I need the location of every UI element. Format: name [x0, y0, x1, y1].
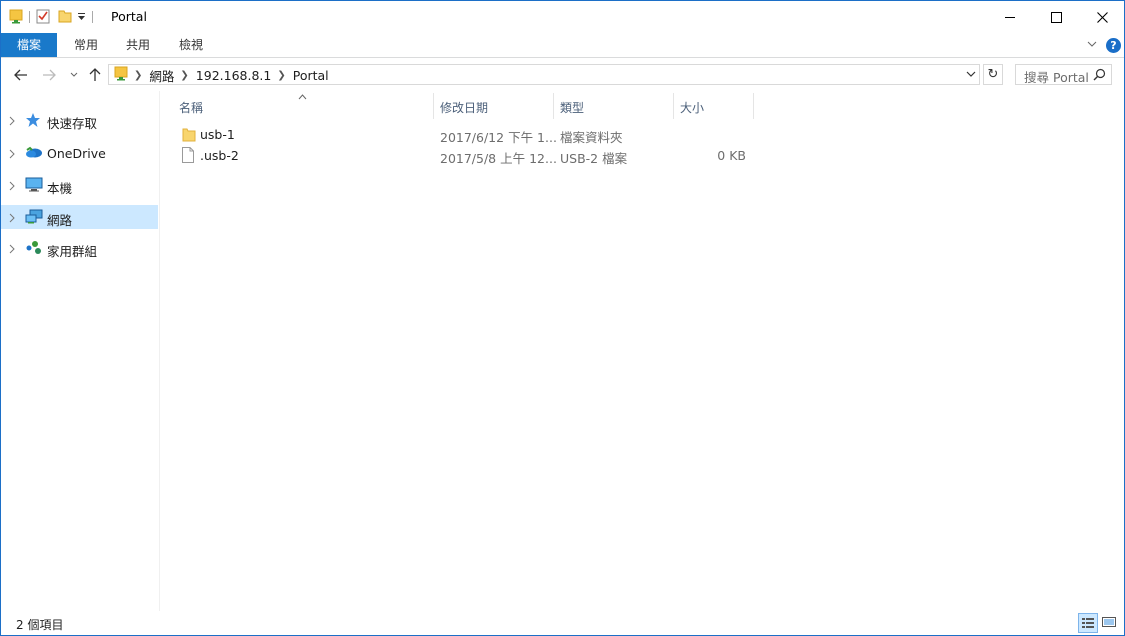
chevron-right-icon[interactable] [9, 243, 15, 257]
column-header-label: 名稱 [179, 101, 204, 115]
new-folder-icon[interactable] [58, 8, 72, 27]
table-row[interactable]: usb-1 2017/6/12 下午 1... 檔案資料夾 [175, 124, 755, 145]
file-name: usb-1 [200, 127, 235, 142]
item-count: 2 個項目 [16, 618, 64, 632]
network-folder-icon[interactable] [9, 8, 23, 27]
column-header-date[interactable]: 修改日期 [434, 93, 552, 119]
large-icons-view-button[interactable] [1100, 613, 1120, 633]
tab-file[interactable]: 檔案 [1, 33, 57, 57]
column-header-label: 類型 [560, 101, 585, 115]
chevron-right-icon[interactable]: ❯ [277, 70, 285, 81]
up-button[interactable] [85, 65, 105, 85]
minimize-icon [1005, 17, 1015, 18]
ribbon-tabs: 檔案 常用 共用 檢視 ? [1, 33, 1124, 58]
nav-item-homegroup[interactable]: 家用群組 [1, 236, 158, 260]
nav-item-label: 本機 [47, 181, 73, 196]
search-icon [1093, 68, 1106, 84]
file-type: USB-2 檔案 [560, 151, 628, 166]
back-button[interactable] [11, 65, 31, 85]
nav-item-quick-access[interactable]: 快速存取 [1, 108, 158, 132]
nav-item-onedrive[interactable]: OneDrive [1, 141, 158, 165]
quick-access-star-icon [25, 112, 41, 131]
forward-button[interactable] [39, 65, 59, 85]
nav-item-label: 網路 [47, 213, 73, 228]
chevron-right-icon[interactable] [9, 148, 15, 162]
network-icon [25, 209, 43, 227]
chevron-right-icon[interactable] [9, 212, 15, 226]
column-divider[interactable] [753, 93, 754, 119]
network-location-icon [114, 66, 128, 85]
window-title: Portal [111, 9, 147, 24]
maximize-icon [1050, 11, 1062, 23]
breadcrumb-host[interactable]: 192.168.8.1 [196, 68, 272, 83]
folder-icon [182, 126, 196, 145]
navigation-pane: 快速存取 OneDrive 本機 網路 家用群組 [1, 91, 160, 611]
file-date: 2017/5/8 上午 12... [440, 151, 557, 166]
address-bar[interactable]: ❯ 網路 ❯ 192.168.8.1 ❯ Portal [108, 64, 980, 85]
column-header-label: 修改日期 [440, 101, 489, 115]
onedrive-cloud-icon [25, 145, 43, 162]
details-view-icon [1082, 618, 1094, 628]
recent-locations-button[interactable] [64, 65, 84, 85]
close-icon [1096, 11, 1108, 23]
search-input[interactable]: 搜尋 Portal [1015, 64, 1112, 85]
customize-toolbar-icon[interactable] [77, 10, 86, 25]
expand-ribbon-icon[interactable] [1087, 38, 1097, 52]
breadcrumb: ❯ 網路 ❯ 192.168.8.1 ❯ Portal [114, 66, 329, 85]
refresh-icon: ↻ [987, 67, 999, 82]
forward-arrow-icon [43, 69, 56, 81]
maximize-button[interactable] [1033, 1, 1079, 33]
nav-item-label: 家用群組 [47, 244, 98, 259]
title-bar: Portal [1, 1, 1124, 33]
close-button[interactable] [1079, 1, 1125, 33]
back-arrow-icon [14, 69, 27, 81]
help-icon[interactable]: ? [1106, 38, 1121, 53]
search-placeholder: 搜尋 Portal [1024, 70, 1089, 85]
tab-view[interactable]: 檢視 [177, 33, 205, 57]
up-arrow-icon [89, 68, 101, 81]
table-row[interactable]: .usb-2 2017/5/8 上午 12... USB-2 檔案 0 KB [175, 145, 755, 166]
properties-icon[interactable] [36, 8, 50, 27]
column-header-size[interactable]: 大小 [674, 93, 752, 119]
quick-access-toolbar [9, 8, 99, 26]
nav-item-network[interactable]: 網路 [1, 205, 158, 229]
column-header-type[interactable]: 類型 [554, 93, 672, 119]
nav-item-label: OneDrive [47, 146, 106, 161]
column-header-label: 大小 [680, 101, 705, 115]
homegroup-icon [25, 240, 43, 259]
large-icons-view-icon [1102, 617, 1116, 627]
chevron-right-icon[interactable] [9, 180, 15, 194]
divider [92, 11, 93, 23]
refresh-button[interactable]: ↻ [983, 64, 1003, 85]
tab-share[interactable]: 共用 [124, 33, 152, 57]
column-header-name[interactable]: 名稱 [175, 93, 433, 119]
chevron-right-icon[interactable] [9, 115, 15, 129]
tab-home[interactable]: 常用 [72, 33, 100, 57]
file-icon [182, 147, 194, 166]
file-explorer-window: Portal 檔案 常用 共用 檢視 ? ❯ 網路 ❯ 192.168.8.1 … [0, 0, 1125, 636]
divider [29, 11, 30, 23]
chevron-down-icon [70, 72, 78, 77]
file-size: 0 KB [717, 148, 746, 163]
chevron-right-icon[interactable]: ❯ [134, 70, 142, 81]
breadcrumb-portal[interactable]: Portal [293, 68, 329, 83]
this-pc-icon [25, 177, 43, 195]
file-type: 檔案資料夾 [560, 130, 623, 145]
nav-item-label: 快速存取 [47, 116, 98, 131]
nav-item-this-pc[interactable]: 本機 [1, 173, 158, 197]
file-name: .usb-2 [200, 148, 239, 163]
file-date: 2017/6/12 下午 1... [440, 130, 557, 145]
status-bar: 2 個項目 [1, 611, 1124, 635]
breadcrumb-network[interactable]: 網路 [149, 66, 174, 85]
chevron-right-icon[interactable]: ❯ [180, 70, 188, 81]
details-view-button[interactable] [1078, 613, 1098, 633]
address-dropdown-icon[interactable] [966, 68, 976, 82]
minimize-button[interactable] [987, 1, 1033, 33]
